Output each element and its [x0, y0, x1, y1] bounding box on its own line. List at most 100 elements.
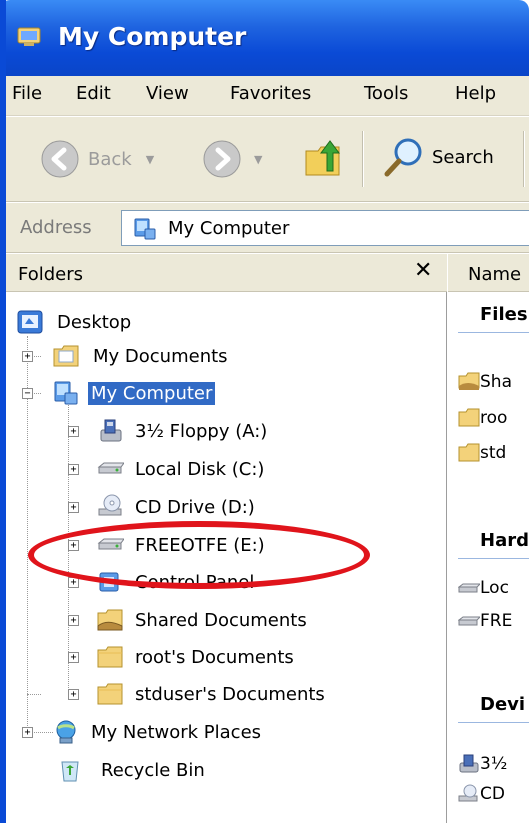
tree-item-control-panel[interactable]: Control Panel	[96, 566, 257, 598]
up-folder-button[interactable]	[303, 135, 345, 179]
shared-folder-icon	[458, 372, 480, 390]
search-icon	[384, 138, 422, 177]
tree-item-stdusers-documents[interactable]: stduser's Documents	[96, 678, 328, 710]
tree-item-roots-documents[interactable]: root's Documents	[96, 641, 297, 673]
folder-icon	[97, 646, 123, 668]
group-divider	[458, 332, 529, 333]
tree-item-recycle-bin[interactable]: Recycle Bin	[56, 754, 208, 786]
expand-icon[interactable]: +	[68, 502, 79, 513]
window-frame-left	[0, 0, 6, 823]
tree-item-floppy[interactable]: 3½ Floppy (A:)	[96, 415, 270, 447]
search-button[interactable]: Search	[382, 135, 494, 179]
contents-pane: Name Files Sha roo std Hard Loc FRE Devi…	[448, 254, 529, 823]
expand-icon[interactable]: +	[68, 689, 79, 700]
item-label: Loc	[480, 578, 509, 598]
list-item[interactable]: Loc	[458, 578, 509, 598]
item-label: CD	[480, 784, 505, 804]
expand-icon[interactable]: +	[22, 727, 33, 738]
tree-label: My Documents	[93, 345, 228, 367]
toolbar-separator	[523, 131, 525, 187]
back-dropdown-icon[interactable]: ▼	[146, 153, 154, 166]
hard-disk-icon	[97, 538, 124, 550]
list-item[interactable]: FRE	[458, 611, 512, 631]
floppy-drive-icon	[459, 754, 479, 773]
title-bar[interactable]: My Computer	[0, 0, 529, 76]
tree-label: stduser's Documents	[135, 683, 325, 705]
menu-tools[interactable]: Tools	[364, 83, 408, 104]
menu-file[interactable]: File	[12, 83, 42, 104]
menu-bar: File Edit View Favorites Tools Help	[6, 76, 529, 116]
column-header-name[interactable]: Name	[448, 254, 529, 292]
tree-item-freeotfe[interactable]: FREEOTFE (E:)	[96, 529, 268, 561]
list-item[interactable]: CD	[458, 784, 505, 804]
tree-item-my-network-places[interactable]: My Network Places	[52, 716, 264, 748]
my-computer-icon	[134, 218, 156, 240]
address-field[interactable]: My Computer	[121, 210, 529, 246]
expand-icon[interactable]: +	[22, 351, 33, 362]
toolbar-separator	[362, 131, 364, 187]
tree-label: My Network Places	[91, 721, 262, 743]
back-arrow-icon	[41, 140, 79, 178]
tree-label: My Computer	[88, 381, 216, 405]
list-item[interactable]: 3½	[458, 754, 507, 774]
item-label: Sha	[480, 372, 512, 392]
control-panel-icon	[99, 572, 119, 592]
tree-label: root's Documents	[135, 646, 294, 668]
tree-item-cd-drive[interactable]: CD Drive (D:)	[96, 491, 258, 523]
folder-icon	[97, 683, 123, 705]
my-computer-icon	[54, 381, 78, 405]
my-computer-title-icon	[17, 27, 41, 46]
forward-arrow-icon	[203, 140, 241, 178]
cd-drive-icon	[98, 494, 122, 516]
expand-icon[interactable]: +	[68, 615, 79, 626]
floppy-drive-icon	[100, 419, 122, 442]
up-folder-icon	[305, 140, 340, 176]
column-name-label: Name	[468, 264, 522, 285]
menu-help[interactable]: Help	[455, 83, 496, 104]
toolbar: Back ▼ ▼ Search	[6, 117, 529, 202]
address-bar: Address My Computer	[6, 203, 529, 253]
forward-button[interactable]: ▼	[202, 139, 262, 179]
recycle-bin-icon	[61, 761, 79, 782]
list-item[interactable]: Sha	[458, 372, 512, 392]
tree-label: Control Panel	[135, 571, 255, 593]
explorer-window: My Computer File Edit View Favorites Too…	[0, 0, 529, 823]
group-heading: Hard	[480, 530, 529, 551]
forward-dropdown-icon[interactable]: ▼	[254, 153, 262, 166]
my-documents-folder-icon	[53, 345, 79, 367]
folders-title: Folders	[18, 264, 84, 285]
expand-icon[interactable]: +	[68, 577, 79, 588]
menu-view[interactable]: View	[146, 83, 189, 104]
tree-label: Recycle Bin	[101, 759, 205, 781]
address-label: Address	[20, 217, 92, 238]
tree-item-desktop[interactable]: Desktop	[16, 306, 134, 338]
expand-icon[interactable]: +	[68, 426, 79, 437]
list-item[interactable]: std	[458, 443, 506, 463]
address-value: My Computer	[168, 218, 290, 239]
collapse-icon[interactable]: −	[22, 388, 33, 399]
tree-item-shared-documents[interactable]: Shared Documents	[96, 604, 310, 636]
expand-icon[interactable]: +	[68, 540, 79, 551]
tree-item-my-documents[interactable]: My Documents	[52, 340, 231, 372]
folders-pane: Folders ✕ Desktop + My Documents − My Co…	[6, 254, 447, 823]
close-icon[interactable]: ✕	[414, 258, 432, 283]
item-label: FRE	[480, 611, 513, 631]
tree-label: Local Disk (C:)	[135, 458, 265, 480]
tree-item-my-computer[interactable]: My Computer	[52, 377, 216, 409]
cd-drive-icon	[458, 784, 478, 802]
group-heading: Devi	[480, 694, 526, 715]
expand-icon[interactable]: +	[68, 464, 79, 475]
back-button[interactable]: Back ▼	[40, 139, 154, 179]
hard-disk-icon	[97, 462, 124, 474]
item-label: roo	[480, 408, 508, 428]
search-label: Search	[432, 146, 494, 168]
tree-connector	[27, 694, 41, 695]
folders-header: Folders ✕	[6, 254, 447, 292]
list-item[interactable]: roo	[458, 408, 507, 428]
tree-label: FREEOTFE (E:)	[135, 534, 265, 556]
tree-item-local-disk[interactable]: Local Disk (C:)	[96, 453, 267, 485]
window-title: My Computer	[58, 22, 247, 51]
menu-edit[interactable]: Edit	[76, 83, 111, 104]
expand-icon[interactable]: +	[68, 652, 79, 663]
menu-favorites[interactable]: Favorites	[230, 83, 311, 104]
